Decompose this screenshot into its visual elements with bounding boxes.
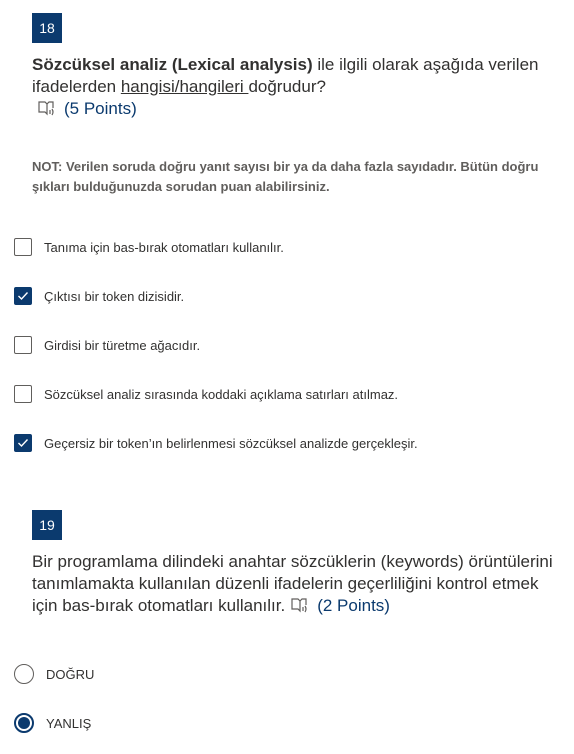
checkbox-unchecked[interactable] (14, 385, 32, 403)
option-label: Geçersiz bir token’ın belirlenmesi sözcü… (44, 435, 418, 451)
option-checkbox-2[interactable]: Çıktısı bir token dizisidir. (14, 285, 184, 307)
question-number-badge: 18 (32, 13, 62, 43)
option-label: DOĞRU (46, 666, 95, 682)
question-points: (5 Points) (64, 99, 137, 118)
checkbox-unchecked[interactable] (14, 336, 32, 354)
radio-unselected[interactable] (14, 664, 34, 684)
question-number-badge: 19 (32, 510, 62, 540)
checkmark-icon (18, 439, 29, 448)
option-checkbox-1[interactable]: Tanıma için bas-bırak otomatları kullanı… (14, 236, 284, 258)
option-label: YANLIŞ (46, 715, 92, 731)
option-radio-1[interactable]: DOĞRU (14, 663, 94, 685)
option-label: Tanıma için bas-bırak otomatları kullanı… (44, 239, 284, 255)
option-checkbox-5[interactable]: Geçersiz bir token’ın belirlenmesi sözcü… (14, 432, 418, 454)
question-title: Bir programlama dilindeki anahtar sözcük… (32, 551, 562, 617)
question-note: NOT: Verilen soruda doğru yanıt sayısı b… (32, 159, 539, 194)
question-title: Sözcüksel analiz (Lexical analysis) ile … (32, 54, 562, 120)
radio-selected[interactable] (14, 713, 34, 733)
option-radio-2[interactable]: YANLIŞ (14, 712, 91, 734)
checkbox-checked[interactable] (14, 434, 32, 452)
option-label: Girdisi bir türetme ağacıdır. (44, 337, 201, 353)
option-checkbox-4[interactable]: Sözcüksel analiz sırasında koddaki açıkl… (14, 383, 398, 405)
immersive-reader-icon[interactable] (291, 597, 309, 613)
immersive-reader-icon[interactable] (38, 100, 56, 116)
checkmark-icon (18, 292, 29, 301)
option-label: Sözcüksel analiz sırasında koddaki açıkl… (44, 386, 399, 402)
question-title-bold: Sözcüksel analiz (Lexical analysis) (32, 55, 313, 74)
radio-dot (18, 717, 30, 729)
quiz-page: 18 Sözcüksel analiz (Lexical analysis) i… (0, 0, 574, 754)
question-title-text-end: doğrudur? (248, 77, 326, 96)
option-checkbox-3[interactable]: Girdisi bir türetme ağacıdır. (14, 334, 200, 356)
question-points: (2 Points) (317, 596, 390, 615)
checkbox-unchecked[interactable] (14, 238, 32, 256)
question-title-underlined: hangisi/hangileri (120, 77, 249, 96)
checkbox-checked[interactable] (14, 287, 32, 305)
option-label: Çıktısı bir token dizisidir. (44, 288, 185, 304)
